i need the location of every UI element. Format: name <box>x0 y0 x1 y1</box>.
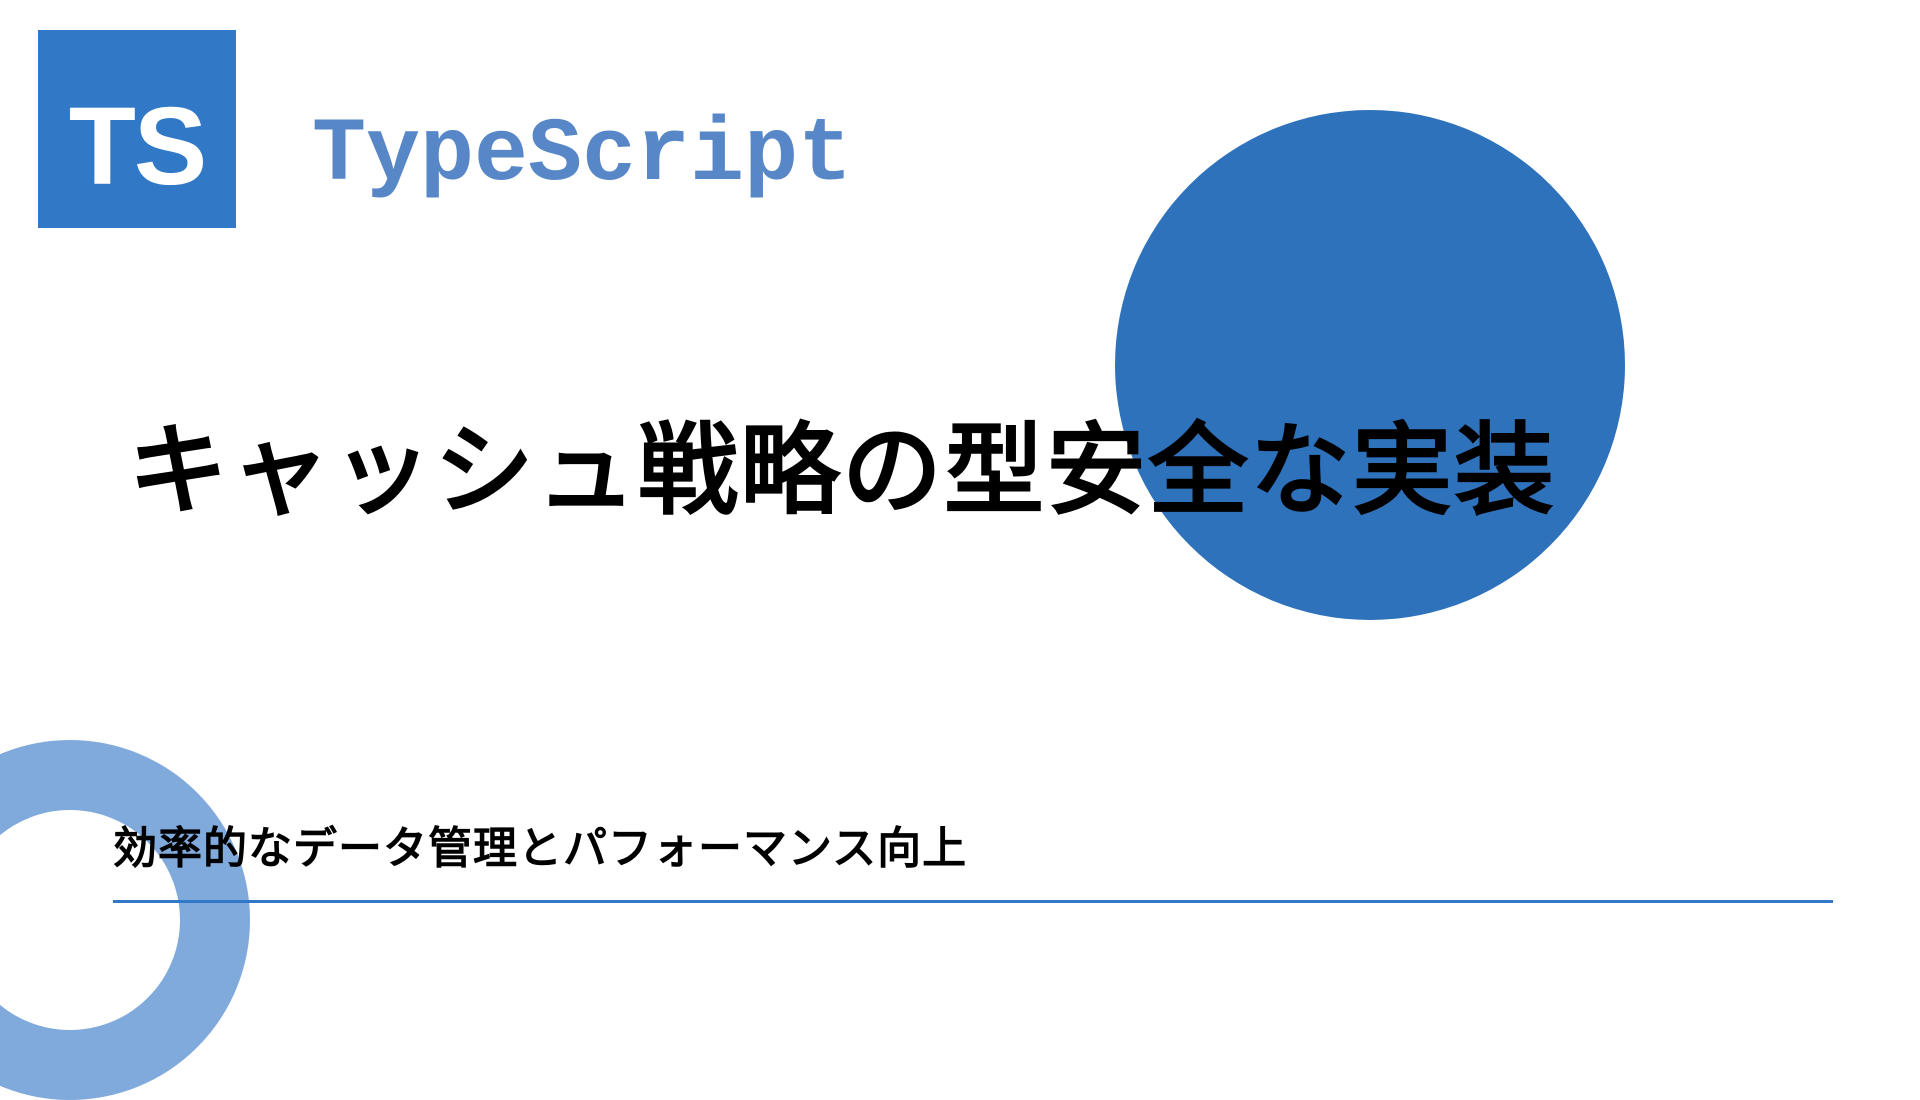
typescript-logo: TS <box>38 30 236 228</box>
slide-subtitle: 効率的なデータ管理とパフォーマンス向上 <box>113 812 1833 900</box>
logo-text: TS <box>69 83 206 210</box>
divider-line <box>113 900 1833 903</box>
brand-label: TypeScript <box>312 105 852 207</box>
decorative-ring <box>0 740 250 1100</box>
subtitle-section: 効率的なデータ管理とパフォーマンス向上 <box>113 812 1833 903</box>
slide-title: キャッシュ戦略の型安全な実装 <box>128 394 1860 549</box>
